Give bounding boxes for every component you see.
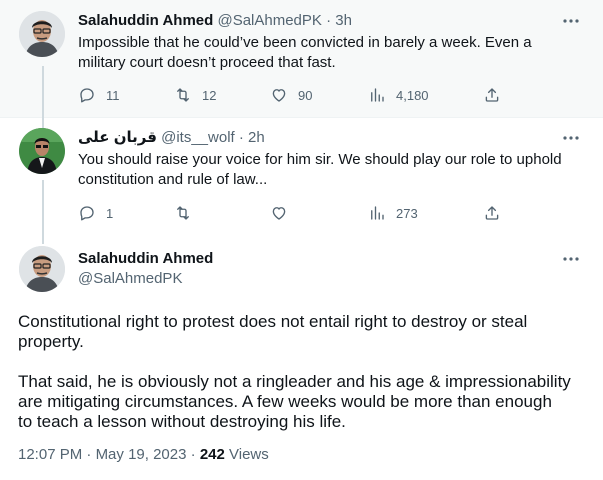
thread-line — [42, 66, 44, 118]
author-name[interactable]: قربان علی — [78, 129, 157, 146]
bar-chart-icon — [371, 88, 384, 102]
views-button[interactable]: 4,180 — [368, 85, 429, 105]
reply-count: 1 — [106, 205, 114, 221]
thread-line — [42, 118, 44, 128]
more-options-button[interactable] — [561, 130, 581, 146]
tweet-header: قربان علی @its__wolf · 2h — [78, 128, 265, 148]
retweet-arrows-icon — [177, 206, 189, 220]
author-name[interactable]: Salahuddin Ahmed — [78, 12, 213, 29]
tweet-text-paragraph-2: That said, he is obviously not a ringlea… — [18, 372, 588, 432]
bar-chart-icon — [371, 206, 384, 220]
author-handle[interactable]: @SalAhmedPK — [78, 269, 182, 289]
author-handle[interactable]: @SalAhmedPK — [217, 12, 321, 29]
heart-icon — [272, 207, 286, 220]
like-count: 90 — [298, 87, 313, 103]
more-dots-icon — [563, 257, 579, 261]
heart-icon — [272, 89, 286, 102]
reply-button[interactable]: 11 — [78, 85, 120, 105]
tweet-text-line: constitution and rule of law... — [78, 171, 268, 188]
avatar-photo — [19, 128, 65, 174]
more-options-button[interactable] — [561, 13, 581, 29]
avatar-photo — [19, 246, 65, 292]
separator: · — [238, 129, 244, 146]
share-button[interactable] — [483, 203, 501, 223]
retweet-button[interactable] — [174, 203, 192, 223]
separator: · — [190, 446, 196, 463]
timestamp[interactable]: 3h — [335, 12, 352, 29]
post-time[interactable]: 12:07 PM — [18, 446, 82, 463]
reply-button[interactable]: 1 — [78, 203, 113, 223]
action-bar: 1 273 — [78, 203, 518, 223]
tweet-text-line: Impossible that he could’ve been convict… — [78, 34, 532, 51]
tweet-text-paragraph-1: Constitutional right to protest does not… — [18, 312, 588, 352]
tweet-text: Impossible that he could’ve been convict… — [78, 33, 578, 73]
timestamp[interactable]: 2h — [248, 129, 265, 146]
speech-bubble-icon — [80, 206, 94, 221]
author-name[interactable]: Salahuddin Ahmed — [78, 249, 213, 269]
tweet-reply-1[interactable]: Salahuddin Ahmed @SalAhmedPK · 3h Imposs… — [0, 0, 603, 118]
thread-line — [42, 236, 44, 244]
share-upload-icon — [485, 88, 499, 102]
tweet-footer-meta: 12:07 PM · May 19, 2023 · 242 Views — [18, 445, 269, 465]
avatar-salahuddin[interactable] — [19, 246, 65, 292]
like-button[interactable]: 90 — [270, 85, 312, 105]
separator: · — [86, 446, 92, 463]
tweet-header: Salahuddin Ahmed @SalAhmedPK · 3h — [78, 11, 352, 31]
main-tweet: Salahuddin Ahmed @SalAhmedPK Constitutio… — [0, 236, 603, 480]
tweet-text-line: military court doesn’t proceed that fast… — [78, 54, 336, 71]
avatar-photo — [19, 11, 65, 57]
post-date[interactable]: May 19, 2023 — [96, 446, 187, 463]
views-count: 242 — [199, 446, 225, 463]
retweet-arrows-icon — [177, 88, 189, 102]
retweet-button[interactable]: 12 — [174, 85, 216, 105]
action-bar: 11 12 90 4,180 — [78, 85, 518, 105]
share-upload-icon — [485, 206, 499, 220]
thread-line — [42, 180, 44, 236]
views-count: 4,180 — [396, 87, 429, 103]
share-button[interactable] — [483, 85, 501, 105]
tweet-text-line: are mitigating circumstances. A few week… — [18, 392, 552, 411]
tweet-text: You should raise your voice for him sir.… — [78, 150, 578, 190]
tweet-reply-2[interactable]: قربان علی @its__wolf · 2h You should rai… — [0, 118, 603, 236]
tweet-text-line: You should raise your voice for him sir.… — [78, 151, 562, 168]
separator: · — [326, 12, 332, 29]
tweet-text-line: property. — [18, 332, 84, 351]
reply-count: 11 — [106, 87, 120, 103]
author-handle[interactable]: @its__wolf — [161, 129, 235, 146]
more-dots-icon — [563, 136, 579, 140]
more-options-button[interactable] — [561, 251, 581, 267]
tweet-text-line: to teach a lesson without destroying his… — [18, 412, 346, 431]
views-label: Views — [229, 446, 269, 463]
tweet-text-line: That said, he is obviously not a ringlea… — [18, 372, 571, 391]
views-button[interactable]: 273 — [368, 203, 418, 223]
views-count: 273 — [396, 205, 418, 221]
like-button[interactable] — [270, 203, 288, 223]
tweet-text-line: Constitutional right to protest does not… — [18, 312, 528, 331]
retweet-count: 12 — [202, 87, 217, 103]
more-dots-icon — [563, 19, 579, 23]
speech-bubble-icon — [80, 88, 94, 103]
avatar-its-wolf[interactable] — [19, 128, 65, 174]
avatar-salahuddin[interactable] — [19, 11, 65, 57]
